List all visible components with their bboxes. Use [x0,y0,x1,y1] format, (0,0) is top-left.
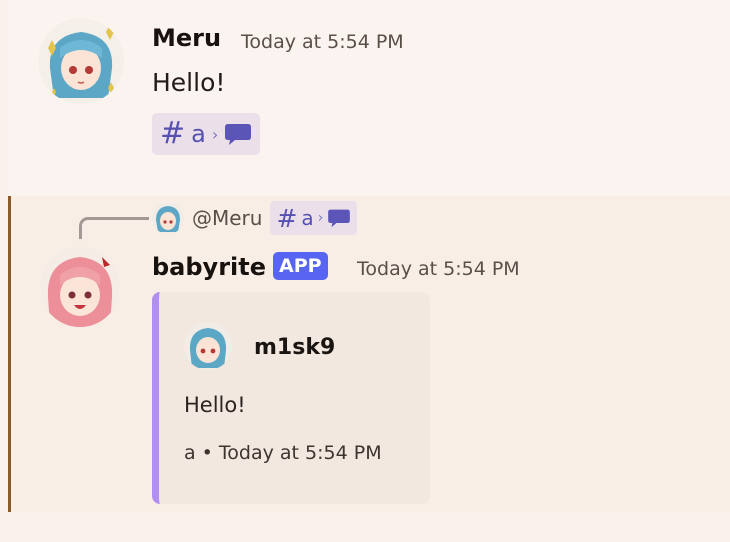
thread-bubble-icon [328,209,351,228]
reply-author[interactable]: @Meru [192,206,262,230]
bot-name[interactable]: babyrite [152,253,266,281]
channel-name: a [191,120,206,148]
hash-icon: # [276,203,298,233]
chevron-right-icon: › [211,124,219,144]
thread-bubble-icon [224,122,252,146]
message-timestamp[interactable]: Today at 5:54 PM [241,31,404,53]
author-name[interactable]: Meru [152,24,221,52]
channel-mention-chip[interactable]: # a › [152,113,261,155]
message-content: Hello! [152,68,226,97]
embed-description: Hello! [184,393,246,417]
embed-footer: a • Today at 5:54 PM [184,442,382,464]
app-badge: APP [273,252,328,280]
embed-author-name[interactable]: m1sk9 [254,335,335,360]
message-timestamp[interactable]: Today at 5:54 PM [357,258,520,280]
embed-author-avatar [184,322,232,370]
hash-icon: # [160,116,186,151]
reply-reference[interactable]: @Meru # a › [152,201,358,235]
channel-name: a [301,206,314,230]
reply-avatar [152,202,184,234]
babyrite-avatar[interactable] [40,247,120,327]
chevron-right-icon: › [317,210,324,226]
reply-channel-chip[interactable]: # a › [270,201,358,235]
reply-spine [79,217,149,239]
embed-card: m1sk9 Hello! a • Today at 5:54 PM [152,292,430,504]
message-1 [8,0,730,196]
meru-avatar[interactable] [38,18,124,104]
